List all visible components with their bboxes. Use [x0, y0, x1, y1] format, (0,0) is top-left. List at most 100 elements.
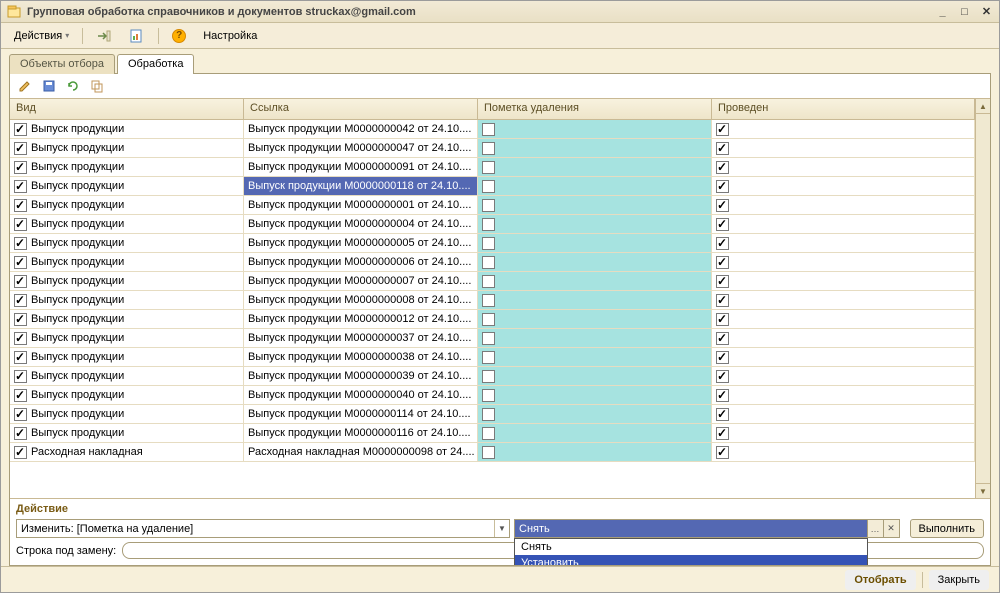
row-checkbox[interactable]	[14, 427, 27, 440]
minimize-button[interactable]: _	[936, 5, 949, 18]
prov-checkbox[interactable]	[716, 123, 729, 136]
prov-checkbox[interactable]	[716, 389, 729, 402]
mark-checkbox[interactable]	[482, 332, 495, 345]
save-icon[interactable]	[40, 77, 58, 95]
table-row[interactable]: Выпуск продукцииВыпуск продукции М000000…	[10, 367, 975, 386]
table-row[interactable]: Выпуск продукцииВыпуск продукции М000000…	[10, 215, 975, 234]
actions-menu[interactable]: Действия ▾	[7, 26, 76, 46]
prov-checkbox[interactable]	[716, 142, 729, 155]
table-row[interactable]: Выпуск продукцииВыпуск продукции М000000…	[10, 405, 975, 424]
table-row[interactable]: Выпуск продукцииВыпуск продукции М000000…	[10, 329, 975, 348]
prov-checkbox[interactable]	[716, 370, 729, 383]
prov-checkbox[interactable]	[716, 332, 729, 345]
table-row[interactable]: Выпуск продукцииВыпуск продукции М000000…	[10, 177, 975, 196]
table-row[interactable]: Выпуск продукцииВыпуск продукции М000000…	[10, 424, 975, 443]
prov-checkbox[interactable]	[716, 427, 729, 440]
option-set[interactable]: Установить	[515, 555, 867, 566]
prov-checkbox[interactable]	[716, 256, 729, 269]
grid-body[interactable]: Выпуск продукцииВыпуск продукции М000000…	[10, 120, 975, 498]
row-checkbox[interactable]	[14, 294, 27, 307]
edit-icon[interactable]	[16, 77, 34, 95]
settings-button[interactable]: Настройка	[196, 26, 264, 46]
row-checkbox[interactable]	[14, 332, 27, 345]
option-remove[interactable]: Снять	[515, 539, 867, 555]
table-row[interactable]: Выпуск продукцииВыпуск продукции М000000…	[10, 291, 975, 310]
header-link[interactable]: Ссылка	[244, 99, 478, 119]
prov-checkbox[interactable]	[716, 199, 729, 212]
copy-icon[interactable]	[88, 77, 106, 95]
table-row[interactable]: Выпуск продукцииВыпуск продукции М000000…	[10, 253, 975, 272]
row-checkbox[interactable]	[14, 313, 27, 326]
mark-checkbox[interactable]	[482, 161, 495, 174]
table-row[interactable]: Расходная накладнаяРасходная накладная М…	[10, 443, 975, 462]
table-row[interactable]: Выпуск продукцииВыпуск продукции М000000…	[10, 386, 975, 405]
row-checkbox[interactable]	[14, 351, 27, 364]
mark-checkbox[interactable]	[482, 275, 495, 288]
mark-checkbox[interactable]	[482, 199, 495, 212]
tab-objects[interactable]: Объекты отбора	[9, 54, 115, 74]
tb-icon-1[interactable]	[89, 26, 119, 46]
help-button[interactable]: ?	[165, 26, 193, 46]
select-button[interactable]: Отобрать	[845, 570, 915, 590]
prov-checkbox[interactable]	[716, 218, 729, 231]
action-combo[interactable]: Изменить: [Пометка на удаление] ▼	[16, 519, 510, 538]
mark-checkbox[interactable]	[482, 370, 495, 383]
mark-checkbox[interactable]	[482, 351, 495, 364]
row-checkbox[interactable]	[14, 199, 27, 212]
run-button[interactable]: Выполнить	[910, 519, 984, 538]
prov-checkbox[interactable]	[716, 180, 729, 193]
table-row[interactable]: Выпуск продукцииВыпуск продукции М000000…	[10, 348, 975, 367]
mark-checkbox[interactable]	[482, 123, 495, 136]
tab-processing[interactable]: Обработка	[117, 54, 194, 74]
mark-checkbox[interactable]	[482, 427, 495, 440]
table-row[interactable]: Выпуск продукцииВыпуск продукции М000000…	[10, 196, 975, 215]
prov-checkbox[interactable]	[716, 313, 729, 326]
maximize-button[interactable]: □	[958, 5, 971, 18]
refresh-icon[interactable]	[64, 77, 82, 95]
row-checkbox[interactable]	[14, 408, 27, 421]
row-checkbox[interactable]	[14, 237, 27, 250]
header-vid[interactable]: Вид	[10, 99, 244, 119]
row-checkbox[interactable]	[14, 370, 27, 383]
row-checkbox[interactable]	[14, 218, 27, 231]
table-row[interactable]: Выпуск продукцииВыпуск продукции М000000…	[10, 234, 975, 253]
row-checkbox[interactable]	[14, 256, 27, 269]
prov-checkbox[interactable]	[716, 161, 729, 174]
prov-checkbox[interactable]	[716, 275, 729, 288]
prov-checkbox[interactable]	[716, 408, 729, 421]
mark-checkbox[interactable]	[482, 313, 495, 326]
mark-checkbox[interactable]	[482, 294, 495, 307]
close-button[interactable]: ✕	[980, 5, 993, 18]
row-checkbox[interactable]	[14, 142, 27, 155]
mark-checkbox[interactable]	[482, 389, 495, 402]
table-row[interactable]: Выпуск продукцииВыпуск продукции М000000…	[10, 272, 975, 291]
table-row[interactable]: Выпуск продукцииВыпуск продукции М000000…	[10, 120, 975, 139]
table-row[interactable]: Выпуск продукцииВыпуск продукции М000000…	[10, 158, 975, 177]
row-checkbox[interactable]	[14, 123, 27, 136]
mark-checkbox[interactable]	[482, 180, 495, 193]
scroll-up-icon[interactable]: ▲	[976, 99, 990, 114]
table-row[interactable]: Выпуск продукцииВыпуск продукции М000000…	[10, 139, 975, 158]
ellipsis-button[interactable]: …	[868, 519, 884, 538]
row-checkbox[interactable]	[14, 275, 27, 288]
mark-checkbox[interactable]	[482, 256, 495, 269]
mark-checkbox[interactable]	[482, 408, 495, 421]
scroll-down-icon[interactable]: ▼	[976, 483, 990, 498]
scrollbar[interactable]: ▲ ▼	[975, 99, 990, 498]
mark-checkbox[interactable]	[482, 237, 495, 250]
header-mark[interactable]: Пометка удаления	[478, 99, 712, 119]
row-checkbox[interactable]	[14, 446, 27, 459]
row-checkbox[interactable]	[14, 161, 27, 174]
mark-checkbox[interactable]	[482, 218, 495, 231]
table-row[interactable]: Выпуск продукцииВыпуск продукции М000000…	[10, 310, 975, 329]
clear-button[interactable]: ✕	[884, 519, 900, 538]
prov-checkbox[interactable]	[716, 237, 729, 250]
mark-checkbox[interactable]	[482, 142, 495, 155]
prov-checkbox[interactable]	[716, 294, 729, 307]
prov-checkbox[interactable]	[716, 351, 729, 364]
tb-icon-2[interactable]	[122, 26, 152, 46]
row-checkbox[interactable]	[14, 389, 27, 402]
mark-checkbox[interactable]	[482, 446, 495, 459]
header-prov[interactable]: Проведен	[712, 99, 975, 119]
value-combo[interactable]: Снять	[514, 519, 868, 538]
